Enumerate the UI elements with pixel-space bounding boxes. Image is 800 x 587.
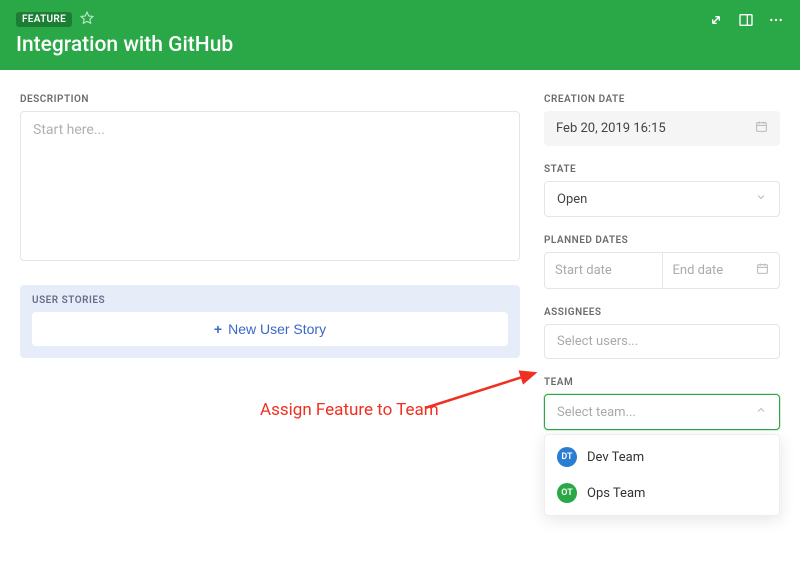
user-stories-label: USER STORIES xyxy=(32,295,508,306)
side-column: CREATION DATE Feb 20, 2019 16:15 STATE O… xyxy=(544,94,780,448)
feature-badge: FEATURE xyxy=(16,12,72,27)
state-select[interactable]: Open xyxy=(544,181,780,217)
new-user-story-button[interactable]: + New User Story xyxy=(32,312,508,346)
team-field: TEAM Select team... DT Dev Team OT Ops T… xyxy=(544,377,780,430)
chevron-down-icon xyxy=(755,191,767,207)
assignees-field: ASSIGNEES Select users... xyxy=(544,307,780,359)
team-option-label: Ops Team xyxy=(587,486,645,501)
assignees-placeholder: Select users... xyxy=(557,334,638,349)
end-date-input[interactable]: End date xyxy=(662,252,781,289)
team-label: TEAM xyxy=(544,377,780,388)
plus-icon: + xyxy=(214,321,222,337)
state-label: STATE xyxy=(544,164,780,175)
new-user-story-label: New User Story xyxy=(228,321,326,337)
creation-date-label: CREATION DATE xyxy=(544,94,780,105)
state-field: STATE Open xyxy=(544,164,780,217)
panel-icon[interactable] xyxy=(738,12,754,32)
planned-dates-field: PLANNED DATES Start date End date xyxy=(544,235,780,289)
annotation-text: Assign Feature to Team xyxy=(260,400,439,420)
team-option-dev[interactable]: DT Dev Team xyxy=(545,439,779,475)
assignees-select[interactable]: Select users... xyxy=(544,324,780,359)
header-left: FEATURE Integration with GitHub xyxy=(16,10,233,57)
badge-row: FEATURE xyxy=(16,10,233,29)
description-label: DESCRIPTION xyxy=(20,94,520,105)
main-column: DESCRIPTION USER STORIES + New User Stor… xyxy=(20,94,520,448)
chevron-up-icon xyxy=(755,404,767,420)
creation-date-field: CREATION DATE Feb 20, 2019 16:15 xyxy=(544,94,780,146)
page-title: Integration with GitHub xyxy=(16,33,233,57)
header-bar: FEATURE Integration with GitHub xyxy=(0,0,800,70)
team-dropdown: DT Dev Team OT Ops Team xyxy=(544,434,780,516)
start-date-input[interactable]: Start date xyxy=(544,252,662,289)
creation-date-text: Feb 20, 2019 16:15 xyxy=(556,121,666,136)
date-range-row: Start date End date xyxy=(544,252,780,289)
assignees-label: ASSIGNEES xyxy=(544,307,780,318)
annotation-callout: Assign Feature to Team xyxy=(260,400,439,420)
expand-icon[interactable] xyxy=(708,12,724,32)
team-option-ops[interactable]: OT Ops Team xyxy=(545,475,779,511)
creation-date-value: Feb 20, 2019 16:15 xyxy=(544,111,780,146)
avatar: OT xyxy=(557,483,577,503)
team-option-label: Dev Team xyxy=(587,450,644,465)
planned-dates-label: PLANNED DATES xyxy=(544,235,780,246)
end-date-placeholder: End date xyxy=(673,263,724,278)
avatar: DT xyxy=(557,447,577,467)
team-placeholder: Select team... xyxy=(557,405,636,420)
star-icon[interactable] xyxy=(80,10,94,29)
calendar-icon xyxy=(755,120,768,137)
user-stories-block: USER STORIES + New User Story xyxy=(20,285,520,358)
header-actions xyxy=(708,10,784,32)
start-date-placeholder: Start date xyxy=(555,263,612,278)
description-input[interactable] xyxy=(20,111,520,261)
more-icon[interactable] xyxy=(768,12,784,32)
state-value: Open xyxy=(557,192,587,207)
team-select[interactable]: Select team... xyxy=(544,394,780,430)
calendar-icon xyxy=(756,262,769,279)
